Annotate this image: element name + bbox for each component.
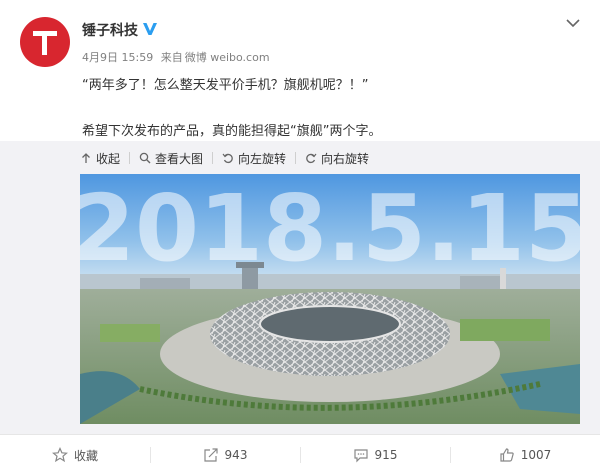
- toolbar-divider: [129, 152, 131, 164]
- view-large-button[interactable]: 查看大图: [139, 150, 203, 167]
- action-bar: 收藏 943 915 1007: [0, 434, 600, 475]
- favorite-button[interactable]: 收藏: [0, 435, 150, 475]
- toolbar-divider: [212, 152, 214, 164]
- comment-count: 915: [374, 448, 398, 462]
- repost-button[interactable]: 943: [150, 435, 300, 475]
- thumbs-up-icon: [500, 448, 514, 462]
- post-text-line-2: 希望下次发布的产品，真的能担得起“旗舰”两个字。: [82, 124, 382, 139]
- avatar-logo-stem: [42, 31, 47, 55]
- magnifier-icon: [139, 152, 151, 164]
- repost-count: 943: [224, 448, 248, 462]
- post-image[interactable]: 2018.5.15: [80, 174, 580, 424]
- favorite-label: 收藏: [73, 448, 98, 463]
- avatar[interactable]: [20, 17, 70, 67]
- rotate-left-label: 向左旋转: [238, 151, 287, 166]
- post-source[interactable]: 微博 weibo.com: [185, 51, 270, 64]
- image-date-overlay: 2018.5.15: [80, 175, 580, 282]
- media-toolbar: 收起 查看大图 向左旋转 向右旋转: [80, 149, 369, 167]
- source-prefix: 来自: [160, 51, 183, 64]
- star-icon: [52, 447, 68, 463]
- like-count: 1007: [520, 448, 552, 462]
- rotate-left-button[interactable]: 向左旋转: [222, 150, 286, 167]
- post-date[interactable]: 4月9日 15:59: [82, 51, 153, 64]
- like-button[interactable]: 1007: [450, 435, 600, 475]
- username[interactable]: 锤子科技: [82, 20, 138, 40]
- comment-icon: [353, 449, 368, 463]
- collapse-label: 收起: [96, 151, 121, 166]
- post-meta: 4月9日 15:59 来自 微博 weibo.com: [82, 49, 274, 65]
- comment-button[interactable]: 915: [300, 435, 450, 475]
- collapse-arrow-icon: [82, 153, 90, 163]
- chevron-down-icon[interactable]: [566, 18, 580, 28]
- weibo-post-card: 锤子科技 4月9日 15:59 来自 微博 weibo.com “两年多了！怎么整…: [0, 0, 600, 475]
- toolbar-divider: [295, 152, 297, 164]
- rotate-left-icon: [222, 153, 233, 164]
- rotate-right-icon: [306, 153, 317, 164]
- stadium-photo: 2018.5.15: [80, 174, 580, 424]
- post-text-line-1: “两年多了！怎么整天发平价手机？旗舰机呢？！”: [82, 78, 369, 93]
- rotate-right-button[interactable]: 向右旋转: [305, 150, 369, 167]
- collapse-button[interactable]: 收起: [80, 150, 120, 167]
- share-icon: [203, 448, 218, 462]
- rotate-right-label: 向右旋转: [321, 151, 370, 166]
- media-panel: 收起 查看大图 向左旋转 向右旋转 2018.5.15: [0, 141, 600, 434]
- view-large-label: 查看大图: [155, 151, 204, 166]
- verified-icon: [143, 23, 157, 35]
